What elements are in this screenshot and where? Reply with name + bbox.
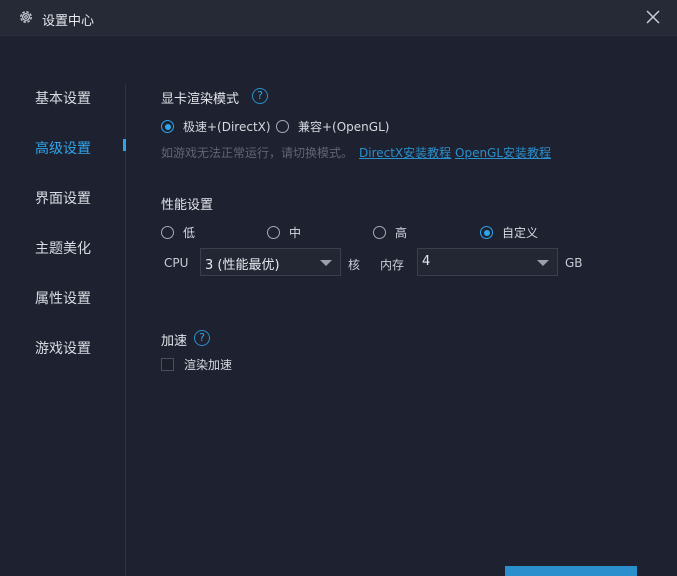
sidebar-item-properties[interactable]: 属性设置 xyxy=(35,288,91,308)
bottom-action-button[interactable] xyxy=(505,566,637,576)
radio-perf-high[interactable]: 高 xyxy=(373,224,407,241)
performance-title: 性能设置 xyxy=(161,198,214,213)
render-acceleration-label: 渲染加速 xyxy=(184,358,233,372)
radio-perf-custom-indicator xyxy=(480,226,493,239)
opengl-tutorial-link[interactable]: OpenGL安装教程 xyxy=(455,144,551,161)
radio-perf-medium[interactable]: 中 xyxy=(267,224,301,241)
render-acceleration-checkbox[interactable]: 渲染加速 xyxy=(161,356,232,373)
radio-perf-low-label: 低 xyxy=(183,226,196,240)
window-title: 设置中心 xyxy=(42,14,95,29)
memory-label: 内存 xyxy=(380,258,405,272)
radio-perf-high-label: 高 xyxy=(395,226,408,240)
radio-perf-high-indicator xyxy=(373,226,386,239)
sidebar-item-interface[interactable]: 界面设置 xyxy=(35,188,91,208)
gear-icon xyxy=(20,11,32,23)
sidebar-item-game[interactable]: 游戏设置 xyxy=(35,338,91,358)
sidebar-item-theme[interactable]: 主题美化 xyxy=(35,238,91,258)
checkbox-indicator xyxy=(161,358,174,371)
memory-unit: GB xyxy=(565,256,583,270)
radio-directx-label: 极速+(DirectX) xyxy=(183,120,271,134)
acceleration-title: 加速 xyxy=(161,334,188,349)
memory-select[interactable]: 4 xyxy=(417,248,558,276)
cpu-label: CPU xyxy=(164,256,189,270)
radio-opengl-label: 兼容+(OpenGL) xyxy=(298,120,390,134)
title-bar: 设置中心 xyxy=(0,0,677,36)
radio-perf-medium-indicator xyxy=(267,226,280,239)
cpu-unit: 核 xyxy=(348,258,361,272)
radio-directx[interactable]: 极速+(DirectX) xyxy=(161,118,271,135)
render-mode-title: 显卡渲染模式 xyxy=(161,92,240,107)
sidebar-active-marker xyxy=(123,139,126,151)
render-mode-help-icon[interactable]: ? xyxy=(252,88,268,104)
radio-opengl[interactable]: 兼容+(OpenGL) xyxy=(276,118,389,135)
sidebar-item-basic[interactable]: 基本设置 xyxy=(35,88,91,108)
directx-tutorial-link[interactable]: DirectX安装教程 xyxy=(359,144,451,161)
radio-opengl-indicator xyxy=(276,120,289,133)
chevron-down-icon xyxy=(320,260,332,266)
sidebar-item-advanced[interactable]: 高级设置 xyxy=(35,138,91,158)
radio-perf-low[interactable]: 低 xyxy=(161,224,195,241)
sidebar-divider xyxy=(125,84,126,576)
render-mode-hint: 如游戏无法正常运行，请切换模式。 xyxy=(161,146,354,160)
radio-perf-custom-label: 自定义 xyxy=(502,226,539,240)
radio-perf-low-indicator xyxy=(161,226,174,239)
cpu-select[interactable]: 3 (性能最优) xyxy=(200,248,341,276)
acceleration-help-icon[interactable]: ? xyxy=(194,330,210,346)
cpu-select-value: 3 (性能最优) xyxy=(205,258,280,273)
chevron-down-icon xyxy=(537,260,549,266)
memory-select-value: 4 xyxy=(422,254,431,269)
radio-perf-medium-label: 中 xyxy=(289,226,302,240)
close-icon[interactable] xyxy=(645,9,661,25)
radio-perf-custom[interactable]: 自定义 xyxy=(480,224,538,241)
radio-directx-indicator xyxy=(161,120,174,133)
